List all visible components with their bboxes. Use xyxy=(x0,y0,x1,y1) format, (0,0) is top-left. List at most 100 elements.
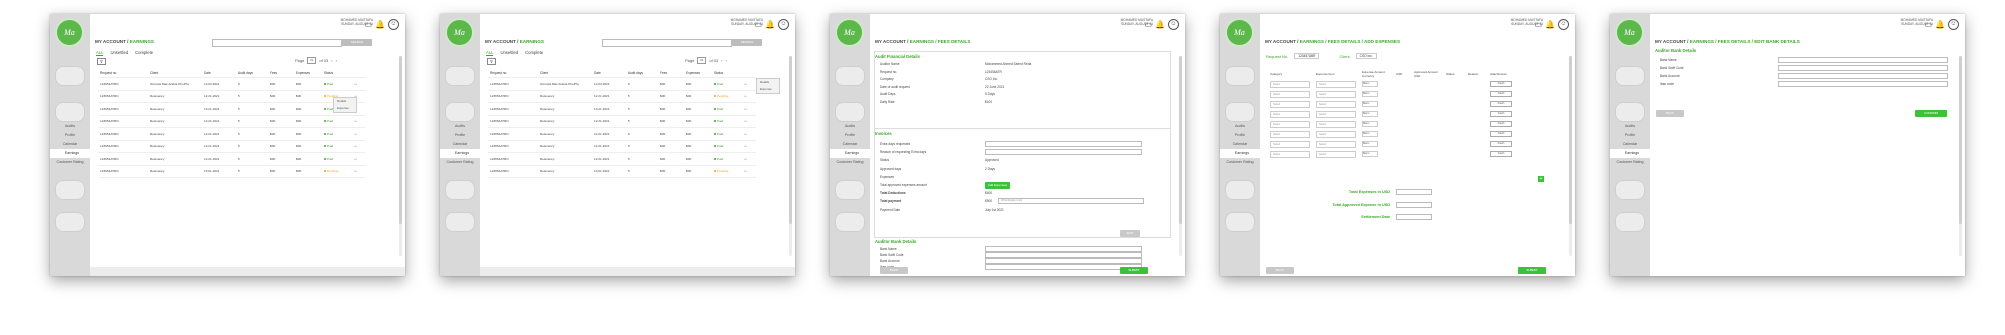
menu-item-details[interactable]: Details xyxy=(334,98,356,105)
chat-icon[interactable]: ▭ xyxy=(364,20,372,29)
table-row[interactable]: 123654ATRN Relevancy 13.21.2021 5 $00 $00 Paid… xyxy=(488,102,756,116)
scrollbar[interactable] xyxy=(399,56,402,256)
tab-complete[interactable]: Complete xyxy=(135,50,153,56)
sidebar-item-profile[interactable]: Profile xyxy=(830,131,870,140)
expense-item-select[interactable]: Select xyxy=(1316,140,1356,148)
search-button[interactable]: SEARCH xyxy=(732,39,762,46)
edit-button[interactable]: EDIT xyxy=(1120,230,1140,237)
search-button[interactable]: SEARCH xyxy=(342,39,372,46)
table-row[interactable]: 123654ATRN Relevancy 12.21.2021 5 $00 $00 Paid… xyxy=(488,127,756,141)
sidebar-item-calendar[interactable]: Calendar xyxy=(1220,140,1260,149)
total-approved-input[interactable] xyxy=(1396,202,1432,208)
expense-item-select[interactable]: Select xyxy=(1316,90,1356,98)
more-icon[interactable]: ••• xyxy=(352,115,366,128)
attach-button[interactable]: Attach xyxy=(1490,101,1512,107)
sidebar-nav-pill[interactable] xyxy=(1615,180,1645,200)
category-select[interactable]: Select xyxy=(1270,120,1310,128)
avatar-icon[interactable]: ☺ xyxy=(1168,19,1179,30)
table-row[interactable]: 123654ATRN Simsola Mas Arabia PhoPhy 12.03… xyxy=(98,77,366,91)
sidebar-nav-pill[interactable] xyxy=(445,102,475,122)
sidebar-nav-pill[interactable] xyxy=(445,212,475,232)
sidebar-item-customer-rating[interactable]: Customer Rating xyxy=(1220,158,1260,167)
chat-icon[interactable]: ▭ xyxy=(1534,20,1542,29)
add-expenses-button[interactable]: Add Expenses xyxy=(985,182,1010,189)
bank-input[interactable] xyxy=(1778,57,1948,63)
sidebar-item-earnings[interactable]: Earnings xyxy=(1220,149,1264,158)
filter-icon[interactable]: ⊽ xyxy=(487,58,496,65)
category-select[interactable]: Select xyxy=(1270,80,1310,88)
more-icon[interactable]: ••• xyxy=(352,140,366,153)
bank-input[interactable] xyxy=(1778,73,1948,79)
extra-days-input[interactable] xyxy=(985,141,1142,147)
sidebar-item-profile[interactable]: Profile xyxy=(440,131,480,140)
search-input[interactable] xyxy=(602,39,732,47)
sidebar-nav-pill[interactable] xyxy=(445,66,475,86)
category-select[interactable]: Select xyxy=(1270,130,1310,138)
currency-select[interactable]: $Euro xyxy=(1362,131,1378,137)
sidebar-nav-pill[interactable] xyxy=(1615,66,1645,86)
attach-button[interactable]: Attach xyxy=(1490,111,1512,117)
table-row[interactable]: 123654ATRN Relevancy 13.21.2021 5 $00 $00 Paid… xyxy=(98,102,366,116)
more-icon[interactable]: ••• xyxy=(742,115,756,128)
table-row[interactable]: 123654ATRNRelevancy12.21.20215$00$00Pend… xyxy=(98,90,366,103)
category-select[interactable]: Select xyxy=(1270,140,1310,148)
sidebar-item-calendar[interactable]: Calendar xyxy=(1610,140,1650,149)
sidebar-item-profile[interactable]: Profile xyxy=(50,131,90,140)
sidebar-item-earnings[interactable]: Earnings xyxy=(50,149,94,158)
page-input[interactable]: 01 xyxy=(307,57,317,64)
more-icon[interactable]: ••• xyxy=(352,77,366,91)
back-button[interactable]: BACK xyxy=(880,267,908,274)
more-icon[interactable]: ••• xyxy=(742,140,756,153)
more-icon[interactable]: ••• xyxy=(742,102,756,116)
chat-icon[interactable]: ▭ xyxy=(754,20,762,29)
currency-select[interactable]: $Euro xyxy=(1362,81,1378,87)
sidebar-item-audits[interactable]: Audits xyxy=(440,122,480,131)
sidebar-item-customer-rating[interactable]: Customer Rating xyxy=(830,158,870,167)
breadcrumb-root[interactable]: MY ACCOUNT / xyxy=(1655,39,1690,44)
chat-icon[interactable]: ▭ xyxy=(1924,20,1932,29)
sidebar-nav-pill[interactable] xyxy=(55,102,85,122)
attach-button[interactable]: Attach xyxy=(1490,121,1512,127)
sidebar-nav-pill[interactable] xyxy=(55,180,85,200)
sidebar-item-customer-rating[interactable]: Customer Rating xyxy=(440,158,480,167)
tab-all[interactable]: ALL xyxy=(96,50,104,56)
breadcrumb-root[interactable]: MY ACCOUNT / xyxy=(95,39,130,44)
breadcrumb-root[interactable]: MY ACCOUNT / xyxy=(1265,39,1300,44)
more-icon[interactable]: ••• xyxy=(742,90,756,103)
category-select[interactable]: Select xyxy=(1270,100,1310,108)
sidebar-item-customer-rating[interactable]: Customer Rating xyxy=(1610,158,1650,167)
sidebar-item-customer-rating[interactable]: Customer Rating xyxy=(50,158,90,167)
more-icon[interactable]: ••• xyxy=(742,152,756,166)
bell-icon[interactable]: 🔔 xyxy=(375,20,385,29)
expense-item-select[interactable]: Select xyxy=(1316,80,1356,88)
avatar-icon[interactable]: ☺ xyxy=(1948,19,1959,30)
filter-icon[interactable]: ⊽ xyxy=(97,58,106,65)
back-button[interactable]: BACK xyxy=(1266,267,1294,274)
add-row-icon[interactable]: + xyxy=(1538,176,1544,182)
settlement-date-input[interactable] xyxy=(1396,214,1432,220)
chevron-left-icon[interactable]: ‹ xyxy=(721,58,722,63)
sidebar-nav-pill[interactable] xyxy=(1225,66,1255,86)
avatar-icon[interactable]: ☺ xyxy=(778,19,789,30)
sidebar-nav-pill[interactable] xyxy=(55,212,85,232)
currency-select[interactable]: $Euro xyxy=(1362,151,1378,157)
sidebar-item-earnings[interactable]: Earnings xyxy=(1610,149,1654,158)
expense-item-select[interactable]: Select xyxy=(1316,120,1356,128)
menu-item-expense[interactable]: Expense xyxy=(334,105,356,112)
category-select[interactable]: Select xyxy=(1270,90,1310,98)
tab-complete[interactable]: Complete xyxy=(525,50,543,56)
more-icon[interactable]: ••• xyxy=(742,127,756,141)
deductions-reply-input[interactable]: Write/display reply xyxy=(998,198,1144,204)
menu-item-expense[interactable]: Expense xyxy=(757,86,779,93)
expense-item-select[interactable]: Select xyxy=(1316,130,1356,138)
sidebar-nav-pill[interactable] xyxy=(1225,102,1255,122)
sidebar-item-calendar[interactable]: Calendar xyxy=(440,140,480,149)
table-row[interactable]: 123654ATRN Relevancy 12.21.2021 5 $00 $00 Paid… xyxy=(488,140,756,153)
tab-all[interactable]: ALL xyxy=(486,50,494,56)
attach-button[interactable]: Attach xyxy=(1490,131,1512,137)
total-expenses-input[interactable] xyxy=(1396,189,1432,195)
category-select[interactable]: Select xyxy=(1270,150,1310,158)
table-row[interactable]: 123654ATRN Relevancy 12.21.2021 5 $00 $00 Paid… xyxy=(98,152,366,166)
table-row[interactable]: 123654ATRN Relevancy 13.01.2021 5 $00 $00 Pend… xyxy=(488,165,756,178)
bell-icon[interactable]: 🔔 xyxy=(1935,20,1945,29)
